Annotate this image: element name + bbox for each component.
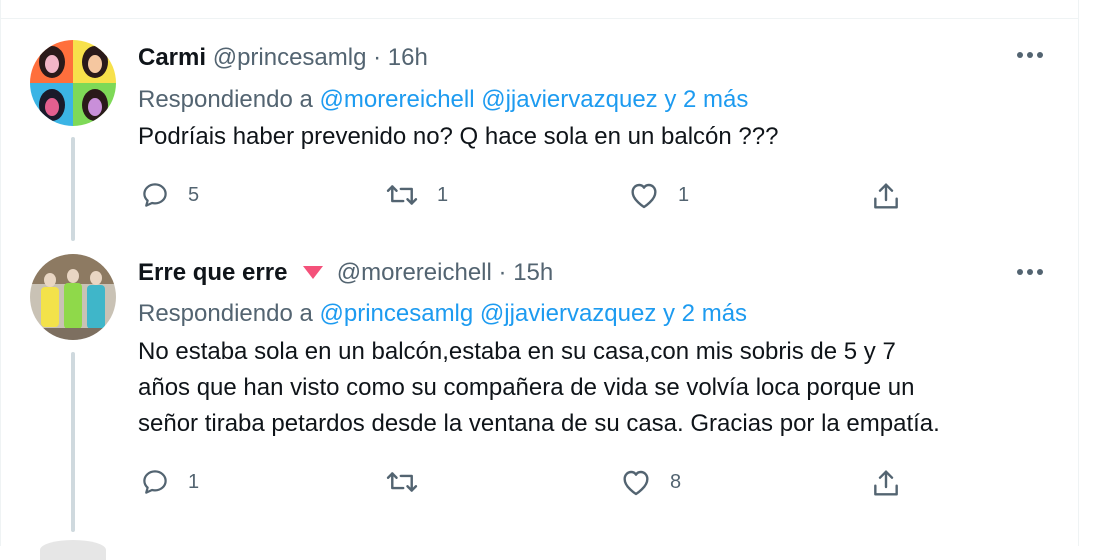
- tweet-text-line: señor tiraba petardos desde la ventana d…: [138, 410, 940, 437]
- handle[interactable]: @princesamlg: [213, 44, 367, 71]
- column-border-right: [1078, 0, 1079, 546]
- reply-count: 1: [188, 470, 200, 493]
- replying-to-users[interactable]: @morereichell @jjaviervazquez: [319, 86, 657, 113]
- triangle-badge-icon: [303, 265, 324, 279]
- handle[interactable]: @morereichell: [337, 259, 492, 286]
- share-button[interactable]: [870, 467, 902, 499]
- display-name[interactable]: Carmi: [138, 44, 206, 71]
- avatar[interactable]: [30, 254, 116, 340]
- retweet-button[interactable]: 1: [385, 180, 448, 210]
- avatar[interactable]: [30, 40, 116, 126]
- avatar-popart-image: [30, 40, 116, 126]
- replying-to-others[interactable]: y 2 más: [663, 300, 747, 327]
- more-dots-icon: [1017, 269, 1043, 275]
- separator: ·: [498, 259, 507, 286]
- like-button[interactable]: 1: [628, 180, 689, 210]
- reply-icon: [143, 470, 167, 494]
- more-dots-icon: [1017, 52, 1043, 58]
- replying-to-others[interactable]: y 2 más: [664, 86, 748, 113]
- more-options-button[interactable]: [1015, 44, 1045, 72]
- like-count: 8: [670, 470, 682, 493]
- retweet-button[interactable]: [385, 467, 437, 497]
- next-avatar-partial: [40, 540, 106, 560]
- retweet-icon: [386, 185, 418, 205]
- tweet-text-line: No estaba sola en un balcón,estaba en su…: [138, 338, 896, 365]
- replying-to: Respondiendo a @princesamlg @jjaviervazq…: [138, 300, 747, 328]
- thread-connector: [71, 137, 75, 241]
- timestamp[interactable]: 16h: [388, 44, 428, 71]
- reply-button[interactable]: 5: [140, 180, 199, 210]
- top-divider: [0, 18, 1078, 19]
- display-name[interactable]: Erre que erre: [138, 259, 287, 286]
- replying-to-users[interactable]: @princesamlg @jjaviervazquez: [319, 300, 656, 327]
- reply-count: 5: [188, 183, 200, 206]
- tweet-text: No estaba sola en un balcón,estaba en su…: [138, 334, 1058, 442]
- reply-icon: [143, 183, 167, 207]
- heart-icon: [623, 470, 649, 496]
- share-button[interactable]: [870, 180, 902, 212]
- share-icon: [874, 183, 898, 209]
- tweet-text: Podríais haber prevenido no? Q hace sola…: [138, 123, 779, 150]
- reply-button[interactable]: 1: [140, 467, 199, 497]
- separator: ·: [373, 44, 382, 71]
- retweet-count: 1: [437, 183, 449, 206]
- tweet-header: Carmi @princesamlg · 16h: [138, 44, 428, 72]
- like-count: 1: [678, 183, 690, 206]
- avatar-group-photo-image: [30, 254, 116, 340]
- tweet-text-line: años que han visto como su compañera de …: [138, 374, 915, 401]
- replying-to: Respondiendo a @morereichell @jjaviervaz…: [138, 86, 748, 114]
- share-icon: [874, 470, 898, 496]
- heart-icon: [631, 183, 657, 209]
- more-options-button[interactable]: [1015, 261, 1045, 289]
- tweet-header: Erre que erre @morereichell · 15h: [138, 259, 553, 287]
- replying-to-prefix: Respondiendo a: [138, 86, 313, 113]
- like-button[interactable]: 8: [620, 467, 681, 497]
- thread-connector: [71, 352, 75, 532]
- timestamp[interactable]: 15h: [513, 259, 553, 286]
- column-border-left: [0, 0, 1, 546]
- retweet-icon: [386, 472, 418, 492]
- replying-to-prefix: Respondiendo a: [138, 300, 313, 327]
